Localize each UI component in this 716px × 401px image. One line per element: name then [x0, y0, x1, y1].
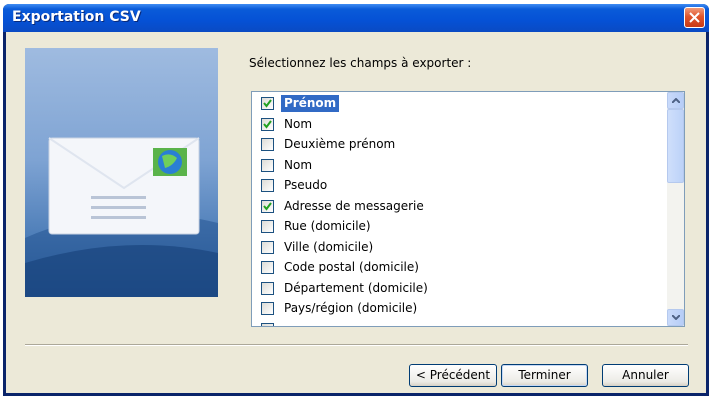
scroll-up-button[interactable]	[667, 92, 684, 109]
field-checkbox[interactable]	[261, 117, 274, 131]
field-label: Département (domicile)	[284, 280, 428, 295]
field-label: Nom	[284, 116, 313, 131]
close-icon	[689, 12, 700, 23]
close-button[interactable]	[684, 7, 705, 28]
field-label: Ville (domicile)	[284, 239, 374, 254]
field-label: Pays/région (domicile)	[284, 301, 418, 315]
window-title: Exportation CSV	[12, 9, 141, 25]
envelope-globe-icon	[25, 137, 218, 297]
field-label: Code postal (domicile)	[284, 260, 419, 274]
chevron-down-icon	[672, 315, 680, 320]
footer-divider	[25, 344, 688, 346]
checkmark-icon	[263, 99, 272, 108]
vertical-scrollbar[interactable]	[667, 92, 684, 326]
field-list-item[interactable]: Pseudo	[252, 176, 662, 196]
field-list-item[interactable]: Ville (domicile)	[252, 238, 662, 258]
previous-button[interactable]: < Précédent	[409, 364, 497, 387]
field-list-item[interactable]: Deuxième prénom	[252, 135, 662, 155]
title-bar[interactable]: Exportation CSV	[3, 4, 709, 32]
wizard-banner	[25, 48, 218, 297]
field-list-item[interactable]: Rue (domicile)	[252, 217, 662, 237]
field-label: Deuxième prénom	[284, 137, 396, 151]
field-checkbox[interactable]	[261, 302, 274, 315]
field-checkbox[interactable]	[261, 158, 274, 172]
finish-button[interactable]: Terminer	[501, 364, 588, 387]
field-checkbox[interactable]	[261, 261, 274, 274]
chevron-up-icon	[672, 98, 680, 103]
fields-listbox[interactable]: Prénom Nom Deuxième prénom Nom Pseudo Adresse…	[251, 91, 685, 327]
field-label: Prénom	[281, 95, 340, 112]
dialog-body: Sélectionnez les champs à exporter : Pré…	[6, 32, 706, 393]
field-checkbox[interactable]	[261, 220, 274, 233]
field-checkbox[interactable]	[261, 97, 274, 110]
scroll-thumb[interactable]	[667, 109, 684, 183]
field-checkbox[interactable]	[261, 199, 274, 213]
field-list-item[interactable]: Code postal (domicile)	[252, 258, 662, 278]
cancel-button[interactable]: Annuler	[602, 364, 689, 387]
field-label: Nom	[284, 157, 313, 172]
field-label: Adresse de messagerie	[284, 198, 424, 213]
field-list-item[interactable]: Nom	[252, 156, 662, 176]
export-csv-dialog: Exportation CSV Sélectionnez les champs …	[3, 4, 709, 396]
field-selection-prompt: Sélectionnez les champs à exporter :	[249, 56, 472, 70]
field-checkbox[interactable]	[261, 179, 274, 192]
field-list-item[interactable]: Nom	[252, 115, 662, 135]
field-checkbox[interactable]	[261, 322, 274, 326]
field-checkbox[interactable]	[261, 240, 274, 254]
field-list-item[interactable]: Prénom	[252, 94, 662, 114]
field-list-item[interactable]: Pays/région (domicile)	[252, 299, 662, 319]
checkmark-icon	[263, 201, 272, 211]
field-label: Pseudo	[284, 178, 328, 192]
field-checkbox[interactable]	[261, 281, 274, 295]
field-list-item[interactable]: Adresse de messagerie	[252, 197, 662, 217]
checkmark-icon	[263, 119, 272, 129]
field-checkbox[interactable]	[261, 138, 274, 151]
scroll-down-button[interactable]	[667, 309, 684, 326]
field-label: Rue (domicile)	[284, 219, 371, 233]
field-list-item[interactable]: Département (domicile)	[252, 279, 662, 299]
field-list-item-partial[interactable]	[252, 320, 662, 326]
